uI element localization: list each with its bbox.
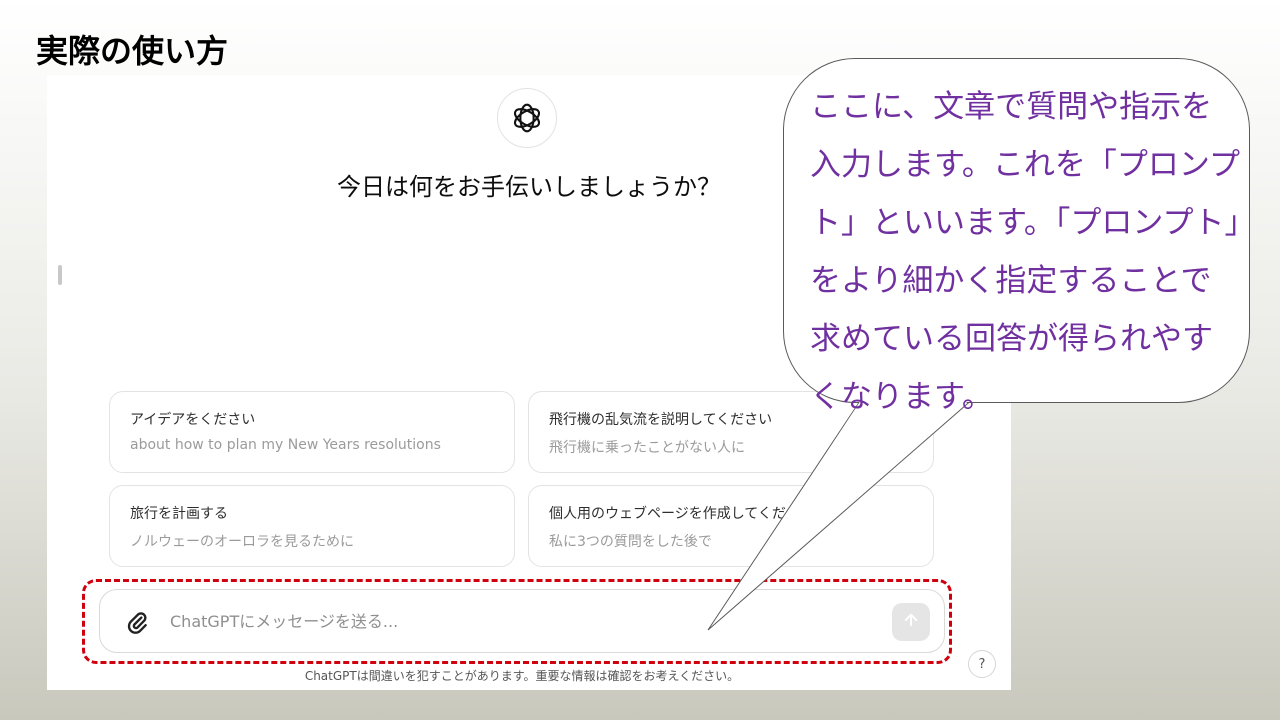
callout-text: ここに、文章で質問や指示を入力します。これを「プロンプト」といいます。「プロンプ… xyxy=(810,89,1240,415)
